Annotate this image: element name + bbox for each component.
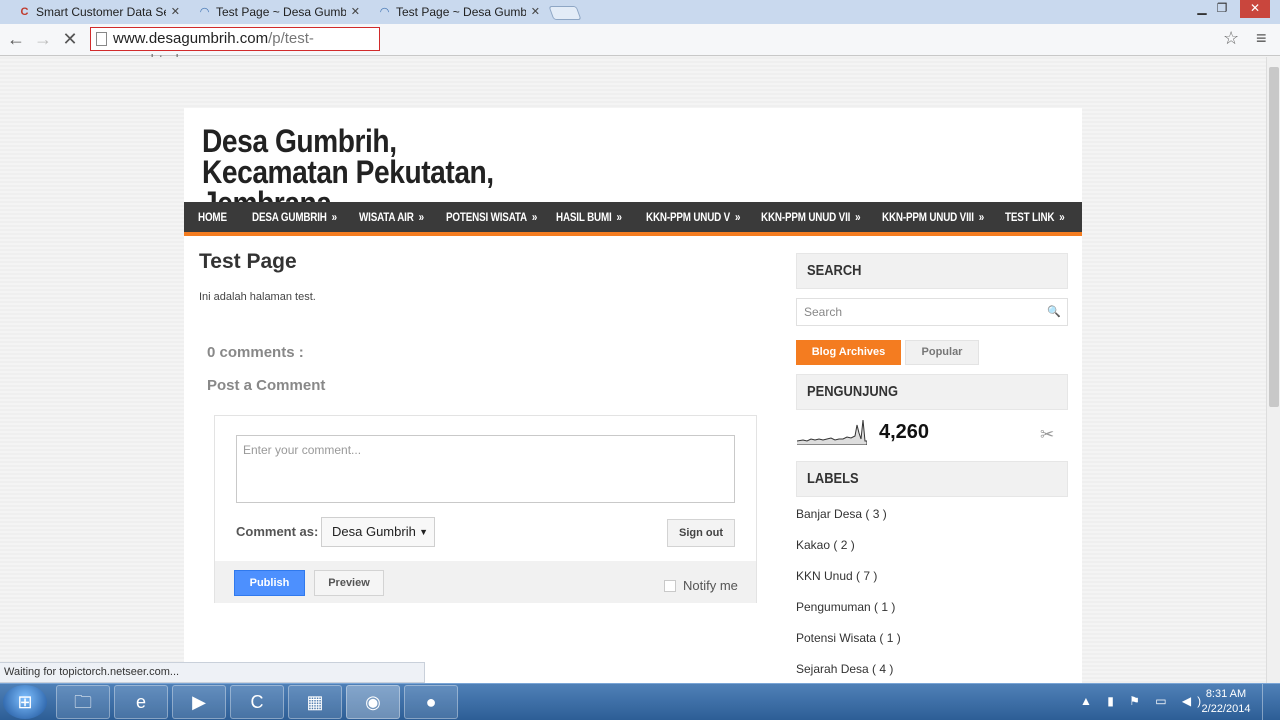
restore-icon[interactable]: ❐ bbox=[1208, 0, 1236, 18]
notify-label: Notify me bbox=[683, 578, 738, 593]
search-input[interactable]: Search 🔍 bbox=[796, 298, 1068, 326]
internet-explorer-icon[interactable]: e bbox=[114, 685, 168, 719]
site-c-icon: C bbox=[20, 6, 29, 18]
obs-icon[interactable]: ● bbox=[404, 685, 458, 719]
page-icon bbox=[96, 32, 107, 46]
nav-item-test-link[interactable]: TEST LINK» bbox=[1005, 202, 1065, 232]
show-desktop-button[interactable] bbox=[1262, 684, 1280, 720]
post-body: Ini adalah halaman test. bbox=[199, 291, 316, 303]
tab-popular[interactable]: Popular bbox=[905, 340, 979, 365]
window-close-icon[interactable]: ✕ bbox=[1240, 0, 1270, 18]
sidebar-search-heading: SEARCH bbox=[796, 253, 1068, 289]
back-icon[interactable]: ← bbox=[4, 28, 28, 52]
clock-date: 2/22/2014 bbox=[1201, 703, 1251, 715]
label-link[interactable]: Pengumuman ( 1 ) bbox=[796, 600, 895, 614]
bookmark-star-icon[interactable]: ☆ bbox=[1223, 28, 1239, 49]
browser-tabstrip: C Smart Customer Data Serv ✕ ◠ Test Page… bbox=[0, 0, 1280, 24]
label-link[interactable]: Sejarah Desa ( 4 ) bbox=[796, 662, 893, 676]
label-link[interactable]: Banjar Desa ( 3 ) bbox=[796, 507, 887, 521]
taskbar: ⊞ 🗀 e ▶ C ▦ ◉ ● ▲ ▮ ⚑ ▭ ◀) 8:31 AM 2/22/… bbox=[0, 683, 1280, 720]
nav-item-potensi-wisata[interactable]: POTENSI WISATA» bbox=[446, 202, 537, 232]
menu-icon[interactable]: ≡ bbox=[1256, 28, 1267, 49]
browser-toolbar: ← → ✕ www.desagumbrih.com/p/test-page.ht… bbox=[0, 24, 1280, 69]
preview-button[interactable]: Preview bbox=[314, 570, 384, 596]
nav-item-kkn-ppm-viii[interactable]: KKN-PPM UNUD VIII» bbox=[882, 202, 984, 232]
media-player-icon[interactable]: ▶ bbox=[172, 685, 226, 719]
system-tray[interactable]: ▲ ▮ ⚑ ▭ ◀) bbox=[1080, 694, 1207, 708]
start-button[interactable]: ⊞ bbox=[3, 685, 47, 719]
identity-value: Desa Gumbrih bbox=[332, 524, 416, 539]
page-viewport: Desa Gumbrih, Kecamatan Pekutatan, Jembr… bbox=[0, 57, 1266, 683]
label-link[interactable]: Potensi Wisata ( 1 ) bbox=[796, 631, 901, 645]
search-placeholder: Search bbox=[804, 305, 843, 319]
clock-time: 8:31 AM bbox=[1205, 688, 1247, 700]
close-icon[interactable]: ✕ bbox=[531, 2, 540, 22]
post-comment-heading: Post a Comment bbox=[207, 377, 326, 394]
chevron-down-icon: ▼ bbox=[419, 527, 428, 537]
chrome-icon[interactable]: ◉ bbox=[346, 685, 400, 719]
visitor-sparkline bbox=[797, 415, 867, 445]
label-link[interactable]: Kakao ( 2 ) bbox=[796, 538, 855, 552]
browser-tab-active[interactable]: ◠ Test Page ~ Desa Gumbrih ✕ bbox=[188, 2, 368, 24]
tab-title: Smart Customer Data Serv bbox=[36, 5, 166, 19]
control-panel-icon[interactable]: ▦ bbox=[288, 685, 342, 719]
blog-container: Desa Gumbrih, Kecamatan Pekutatan, Jembr… bbox=[184, 108, 1082, 683]
browser-tab[interactable]: C Smart Customer Data Serv ✕ bbox=[8, 2, 188, 24]
browser-tab[interactable]: ◠ Test Page ~ Desa Gumbrih ✕ bbox=[368, 2, 548, 24]
publish-button[interactable]: Publish bbox=[234, 570, 305, 596]
search-icon[interactable]: 🔍 bbox=[1047, 299, 1061, 325]
identity-select[interactable]: Desa Gumbrih ▼ bbox=[321, 517, 435, 547]
nav-item-kkn-ppm-v[interactable]: KKN-PPM UNUD V» bbox=[646, 202, 741, 232]
tab-blog-archives[interactable]: Blog Archives bbox=[796, 340, 901, 365]
tools-icon[interactable]: ✂ bbox=[1040, 425, 1054, 445]
app-c-icon[interactable]: C bbox=[230, 685, 284, 719]
url-host: www.desagumbrih.com bbox=[113, 30, 269, 47]
comment-as-label: Comment as: bbox=[236, 524, 319, 539]
scrollbar-thumb[interactable] bbox=[1269, 67, 1279, 407]
comment-textarea[interactable]: Enter your comment... bbox=[236, 435, 735, 503]
tab-title: Test Page ~ Desa Gumbrih bbox=[396, 5, 526, 19]
loading-icon: ◠ bbox=[199, 6, 210, 18]
forward-icon[interactable]: → bbox=[31, 28, 55, 52]
label-link[interactable]: KKN Unud ( 7 ) bbox=[796, 569, 877, 583]
close-icon[interactable]: ✕ bbox=[171, 2, 180, 22]
loading-icon: ◠ bbox=[379, 6, 390, 18]
nav-item-home[interactable]: HOME bbox=[198, 202, 227, 232]
comments-count: 0 comments : bbox=[207, 344, 304, 361]
nav-item-wisata-air[interactable]: WISATA AIR» bbox=[359, 202, 424, 232]
address-bar[interactable]: www.desagumbrih.com/p/test-page.html bbox=[90, 27, 380, 69]
explorer-icon[interactable]: 🗀 bbox=[56, 685, 110, 719]
nav-item-desa-gumbrih[interactable]: DESA GUMBRIH» bbox=[252, 202, 337, 232]
main-nav: HOME DESA GUMBRIH» WISATA AIR» POTENSI W… bbox=[184, 202, 1082, 236]
notify-checkbox[interactable] bbox=[664, 580, 676, 592]
stop-icon[interactable]: ✕ bbox=[58, 28, 82, 52]
close-icon[interactable]: ✕ bbox=[351, 2, 360, 22]
sign-out-button[interactable]: Sign out bbox=[667, 519, 735, 547]
visitor-count: 4,260 bbox=[879, 421, 930, 443]
comment-form: Enter your comment... Comment as: Desa G… bbox=[214, 415, 757, 603]
nav-item-hasil-bumi[interactable]: HASIL BUMI» bbox=[556, 202, 622, 232]
tab-title: Test Page ~ Desa Gumbrih bbox=[216, 5, 346, 19]
nav-item-kkn-ppm-vii[interactable]: KKN-PPM UNUD VII» bbox=[761, 202, 861, 232]
page-scrollbar[interactable] bbox=[1266, 57, 1280, 683]
new-tab-button[interactable] bbox=[548, 6, 582, 20]
status-bubble: Waiting for topictorch.netseer.com... bbox=[0, 662, 425, 683]
sidebar-labels-heading: LABELS bbox=[796, 461, 1068, 497]
comment-form-footer: Publish Preview Notify me bbox=[215, 561, 756, 603]
sidebar-visitors-heading: PENGUNJUNG bbox=[796, 374, 1068, 410]
post-title: Test Page bbox=[199, 250, 297, 273]
taskbar-clock[interactable]: 8:31 AM 2/22/2014 bbox=[1196, 687, 1256, 717]
